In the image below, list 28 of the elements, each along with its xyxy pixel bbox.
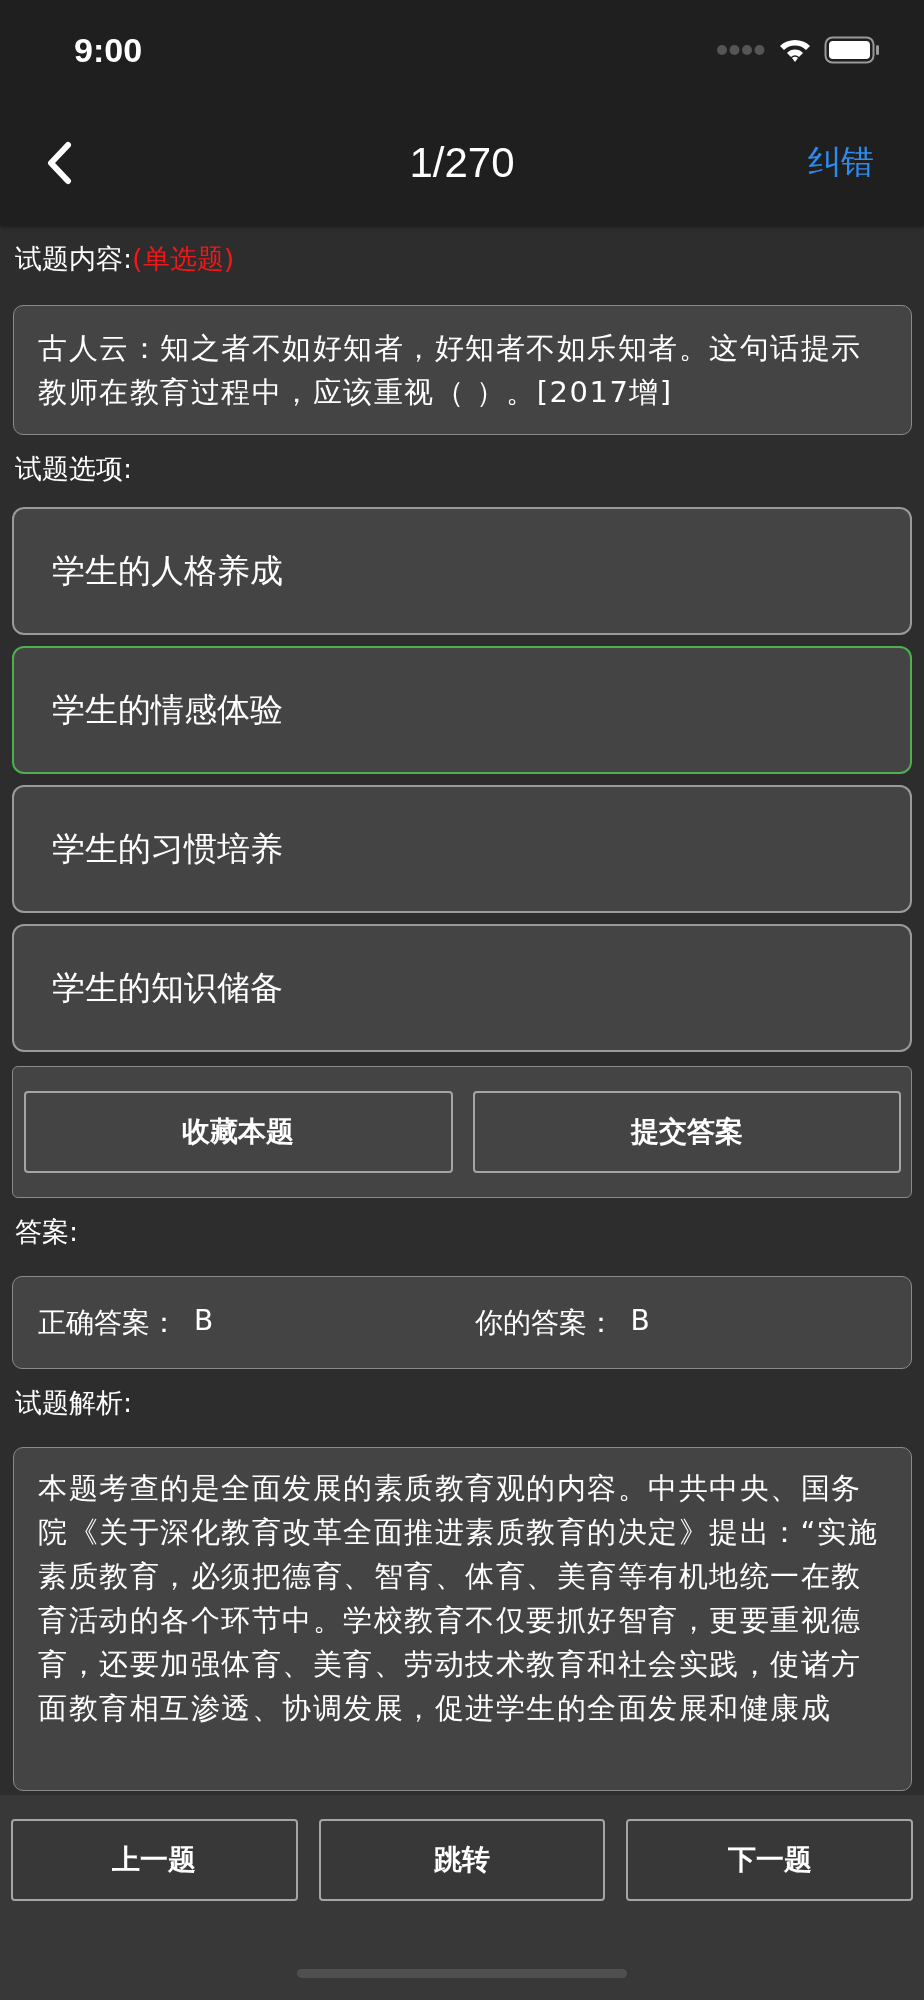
option-button[interactable]: 学生的人格养成 <box>12 507 912 635</box>
action-button[interactable]: 提交答案 <box>472 1091 901 1173</box>
option-button[interactable]: 学生的情感体验 <box>12 646 912 774</box>
battery-icon <box>824 36 880 64</box>
section-label: 试题内容: <box>15 242 133 276</box>
section-label: 试题选项: <box>14 452 134 486</box>
section-label: 试题解析: <box>14 1386 134 1420</box>
nav-button[interactable]: 下一题 <box>626 1819 913 1901</box>
answer-label: 你的答案： <box>474 1304 615 1341</box>
answer-value: B <box>194 1303 214 1339</box>
status-time: 9:00 <box>74 30 143 70</box>
action-button[interactable]: 收藏本题 <box>24 1091 453 1173</box>
option-button[interactable]: 学生的知识储备 <box>12 924 912 1052</box>
nav-button[interactable]: 上一题 <box>11 1819 298 1901</box>
wifi-icon <box>778 37 812 63</box>
answer-label: 正确答案： <box>38 1304 178 1341</box>
analysis-text: 本题考查的是全面发展的素质教育观的内容。中共中央、国务院《关于深化教育改革全面推进素质教育的决定》提出：“实施素质教育，必须把德育、智育、体育、美育等有机地统一在教育活动的各个环节中。学校教育不仅要抓好智育，更要重视德育，还要加强体育、美育、劳动技术教育和社会实践，使诸方面教育相互渗透、协调发展，促进学生的全面发展和健康成 <box>13 1447 912 1791</box>
report-error-button[interactable]: 纠错 <box>808 140 874 185</box>
back-button[interactable] <box>46 140 72 185</box>
question-text: 古人云：知之者不如好知者，好知者不如乐知者。这句话提示教师在教育过程中，应该重视（ ）。[2017增] <box>13 305 912 435</box>
signal-icon <box>716 44 766 56</box>
question-type: (单选题) <box>132 242 235 276</box>
back-icon <box>46 140 72 185</box>
section-label: 答案: <box>14 1215 80 1249</box>
answer-value: B <box>630 1303 650 1339</box>
page-title: 1/270 <box>409 138 515 187</box>
nav-button[interactable]: 跳转 <box>318 1819 606 1901</box>
option-button[interactable]: 学生的习惯培养 <box>12 785 912 913</box>
